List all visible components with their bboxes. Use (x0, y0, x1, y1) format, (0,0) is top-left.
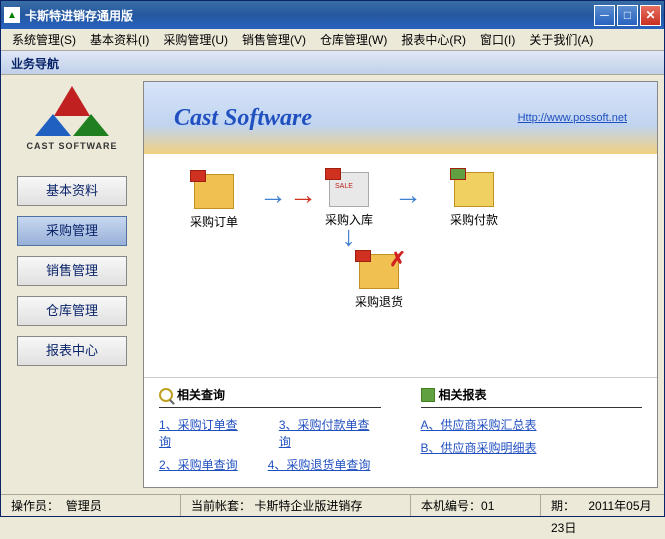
sidebar: CAST SOFTWARE 基本资料 采购管理 销售管理 仓库管理 报表中心 (7, 81, 137, 488)
return-icon (359, 254, 399, 289)
query-link-4[interactable]: 4、采购退货单查询 (268, 456, 371, 473)
payment-icon (454, 172, 494, 207)
statusbar: 操作员： 管理员 当前帐套： 卡斯特企业版进销存 本机编号：01 期： 2011… (1, 494, 664, 516)
nav-warehouse[interactable]: 仓库管理 (17, 296, 127, 326)
status-account: 当前帐套： 卡斯特企业版进销存 (181, 495, 411, 516)
status-machine: 本机编号：01 (411, 495, 541, 516)
arrow-icon: → (259, 179, 287, 211)
query-link-3[interactable]: 3、采购付款单查询 (279, 416, 381, 450)
main-panel: Cast Software Http://www.possoft.net 采购订… (143, 81, 658, 488)
report-link-b[interactable]: B、供应商采购明细表 (421, 439, 537, 456)
app-window: ▲ 卡斯特进销存通用版 ─ □ ✕ 系统管理(S) 基本资料(I) 采购管理(U… (0, 0, 665, 517)
logo: CAST SOFTWARE (7, 86, 137, 151)
flow-purchase-payment[interactable]: 采购付款 (434, 172, 514, 228)
menu-about[interactable]: 关于我们(A) (523, 29, 599, 50)
queries-title: 相关查询 (177, 386, 225, 403)
flow-diagram: 采购订单 → → 采购入库 → 采购付款 → 采购退货 (144, 154, 657, 377)
page-subtitle: 业务导航 (1, 51, 664, 75)
header-band: Cast Software Http://www.possoft.net (144, 82, 657, 154)
arrow-down-icon: → (337, 224, 369, 252)
flow-purchase-return[interactable]: 采购退货 (339, 254, 419, 310)
query-link-1[interactable]: 1、采购订单查询 (159, 416, 249, 450)
logo-text: CAST SOFTWARE (7, 141, 137, 151)
nav-basic[interactable]: 基本资料 (17, 176, 127, 206)
logo-triangle-green (73, 114, 109, 136)
menu-purchase[interactable]: 采购管理(U) (157, 29, 234, 50)
nav-purchase[interactable]: 采购管理 (17, 216, 127, 246)
window-title: 卡斯特进销存通用版 (25, 7, 594, 24)
header-link[interactable]: Http://www.possoft.net (518, 112, 627, 124)
content-area: CAST SOFTWARE 基本资料 采购管理 销售管理 仓库管理 报表中心 C… (1, 75, 664, 494)
reports-column: 相关报表 A、供应商采购汇总表 B、供应商采购明细表 (421, 386, 643, 479)
queries-column: 相关查询 1、采购订单查询 3、采购付款单查询 2、采购单查询 4、采购退货单查… (159, 386, 381, 479)
header-title: Cast Software (174, 105, 312, 132)
menu-window[interactable]: 窗口(I) (474, 29, 521, 50)
menu-system[interactable]: 系统管理(S) (6, 29, 82, 50)
app-icon: ▲ (4, 7, 20, 23)
search-icon (159, 388, 173, 402)
nav-reports[interactable]: 报表中心 (17, 336, 127, 366)
nav-sales[interactable]: 销售管理 (17, 256, 127, 286)
menu-sales[interactable]: 销售管理(V) (236, 29, 312, 50)
flow-purchase-order[interactable]: 采购订单 (174, 174, 254, 230)
logo-triangle-red (54, 86, 90, 116)
logo-triangle-blue (35, 114, 71, 136)
arrow-icon: → (394, 179, 422, 211)
bottom-section: 相关查询 1、采购订单查询 3、采购付款单查询 2、采购单查询 4、采购退货单查… (144, 377, 657, 487)
reports-title: 相关报表 (439, 386, 487, 403)
menu-basic[interactable]: 基本资料(I) (84, 29, 155, 50)
menu-reports[interactable]: 报表中心(R) (395, 29, 472, 50)
report-icon (421, 388, 435, 402)
menu-warehouse[interactable]: 仓库管理(W) (314, 29, 393, 50)
status-operator: 操作员： 管理员 (1, 495, 181, 516)
query-link-2[interactable]: 2、采购单查询 (159, 456, 238, 473)
status-date: 期： 2011年05月23日 (541, 495, 664, 516)
menubar: 系统管理(S) 基本资料(I) 采购管理(U) 销售管理(V) 仓库管理(W) … (1, 29, 664, 51)
close-button[interactable]: ✕ (640, 5, 661, 26)
inbound-icon (329, 172, 369, 207)
titlebar[interactable]: ▲ 卡斯特进销存通用版 ─ □ ✕ (1, 1, 664, 29)
report-link-a[interactable]: A、供应商采购汇总表 (421, 416, 537, 433)
minimize-button[interactable]: ─ (594, 5, 615, 26)
order-icon (194, 174, 234, 209)
flow-purchase-inbound[interactable]: 采购入库 (309, 172, 389, 228)
maximize-button[interactable]: □ (617, 5, 638, 26)
